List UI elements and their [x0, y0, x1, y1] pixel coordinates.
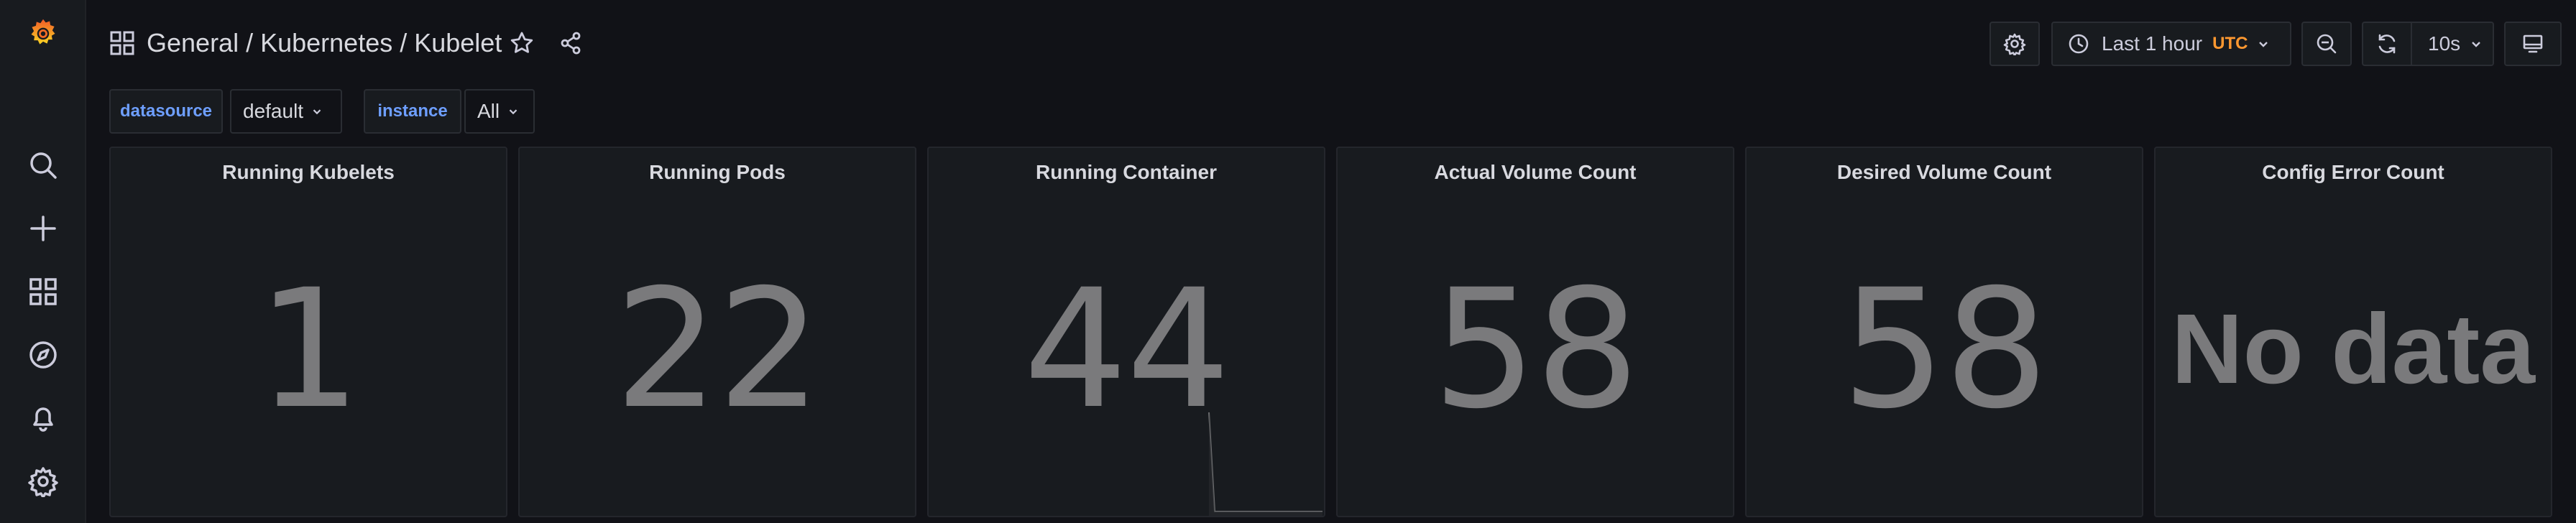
- variable-select-instance[interactable]: All: [464, 89, 535, 134]
- refresh-icon: [2378, 34, 2396, 54]
- stat-panel-config-error-count[interactable]: Config Error Count No data: [2154, 147, 2552, 517]
- refresh-interval-label: 10s: [2428, 32, 2461, 55]
- panel-title[interactable]: Actual Volume Count: [1338, 161, 1733, 184]
- variable-value-instance: All: [477, 100, 500, 122]
- dashboard-navbar: General / Kubernetes / Kubelet Last 1 ho…: [86, 0, 2576, 86]
- dashboards-icon[interactable]: [26, 274, 60, 309]
- alerting-bell-icon[interactable]: [26, 401, 60, 435]
- breadcrumb: General / Kubernetes / Kubelet: [147, 24, 502, 62]
- sidebar: [0, 0, 86, 523]
- stat-panel-actual-volume-count[interactable]: Actual Volume Count 58: [1336, 147, 1734, 517]
- variable-label-datasource: datasource: [109, 89, 223, 134]
- time-range-label: Last 1 hour: [2102, 32, 2203, 55]
- breadcrumb-separator: /: [239, 28, 261, 57]
- explore-compass-icon[interactable]: [26, 338, 60, 372]
- share-icon[interactable]: [555, 27, 586, 59]
- stat-panel-running-pods[interactable]: Running Pods 22: [518, 147, 916, 517]
- no-data-message: No data: [2171, 293, 2536, 404]
- zoom-out-icon: [2317, 34, 2337, 54]
- chevron-down-icon: [313, 109, 321, 115]
- star-icon[interactable]: [506, 27, 538, 59]
- grafana-logo-icon: [31, 19, 55, 45]
- variable-select-datasource[interactable]: default: [230, 89, 342, 134]
- create-plus-icon[interactable]: [26, 211, 60, 246]
- variable-label-instance: instance: [364, 89, 461, 134]
- sparkline: [1208, 412, 1322, 516]
- settings-gear-icon[interactable]: [26, 464, 60, 499]
- refresh-button[interactable]: [2362, 22, 2412, 66]
- panel-title[interactable]: Config Error Count: [2156, 161, 2551, 184]
- stat-value: 58: [1432, 254, 1639, 445]
- stat-panel-desired-volume-count[interactable]: Desired Volume Count 58: [1745, 147, 2143, 517]
- panel-title[interactable]: Desired Volume Count: [1747, 161, 2142, 184]
- dashboard-title[interactable]: Kubernetes / Kubelet: [260, 28, 502, 58]
- tv-icon: [2523, 34, 2543, 53]
- panel-title[interactable]: Running Container: [929, 161, 1324, 184]
- gear-icon: [2003, 33, 2026, 55]
- timezone-badge: UTC: [2212, 34, 2248, 53]
- dashboard-grid-icon: [109, 30, 135, 56]
- variable-value-datasource: default: [243, 100, 304, 122]
- breadcrumb-folder[interactable]: General: [147, 28, 239, 58]
- stat-panel-running-container[interactable]: Running Container 44: [927, 147, 1325, 517]
- stat-panel-running-kubelets[interactable]: Running Kubelets 1: [109, 147, 507, 517]
- refresh-interval-picker[interactable]: 10s: [2411, 22, 2494, 66]
- panel-title[interactable]: Running Pods: [520, 161, 915, 184]
- stat-value: 22: [614, 254, 822, 445]
- dashboard-settings-button[interactable]: [1990, 22, 2040, 66]
- zoom-out-button[interactable]: [2301, 22, 2352, 66]
- search-icon[interactable]: [26, 148, 60, 182]
- time-range-picker[interactable]: Last 1 hour UTC: [2051, 22, 2291, 66]
- grafana-logo[interactable]: [26, 16, 60, 50]
- stat-value: 58: [1841, 254, 2048, 445]
- cycle-view-mode-button[interactable]: [2504, 22, 2562, 66]
- chevron-down-icon: [2259, 42, 2268, 47]
- panel-title[interactable]: Running Kubelets: [111, 161, 506, 184]
- chevron-down-icon: [2472, 42, 2481, 47]
- clock-icon: [2069, 34, 2089, 54]
- stat-value: 1: [257, 254, 361, 445]
- chevron-down-icon: [509, 109, 518, 115]
